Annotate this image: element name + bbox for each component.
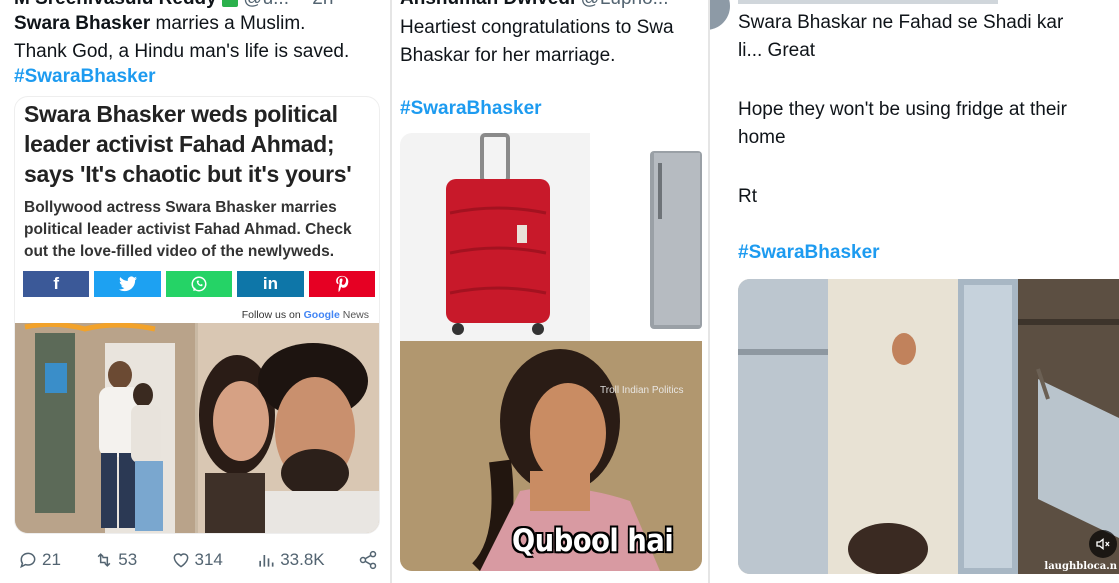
reply-count: 21 <box>42 550 61 569</box>
follow-text: Follow us on <box>241 309 301 321</box>
twitter-share-button[interactable] <box>94 271 161 297</box>
views-button[interactable]: 33.8K <box>256 550 325 570</box>
tweet-panel-2: Anshuman Dwivedi @Lupho... Heartiest con… <box>390 0 708 583</box>
like-count: 314 <box>194 550 223 569</box>
views-chart-icon <box>259 555 274 567</box>
tweet-text-line-3: Hope they won't be using fridge at their <box>738 99 1067 120</box>
couple-photo-image <box>15 321 379 533</box>
retweet-count: 53 <box>118 550 138 569</box>
author-handle: @u... <box>243 0 289 9</box>
speaker-muted-icon <box>1096 537 1110 551</box>
share-icon <box>359 550 377 570</box>
author-name[interactable]: M Sreenivasulu Reddy @u... 2h <box>14 0 333 10</box>
author-name-cropped <box>738 0 998 4</box>
meme-watermark: Troll Indian Politics <box>600 385 684 396</box>
like-button[interactable]: 314 <box>171 550 223 570</box>
suitcase-fridge-image <box>400 133 702 341</box>
facebook-icon: f <box>53 274 60 293</box>
tweet-actions-bar: 21 53 314 33.8K <box>18 550 378 570</box>
article-card[interactable]: Swara Bhasker weds political leader acti… <box>14 96 380 534</box>
tweet-text-line-4: home <box>738 127 786 148</box>
tweet-panel-3: Swara Bhaskar ne Fahad se Shadi kar li..… <box>708 0 1119 583</box>
tweet-panel-1: M Sreenivasulu Reddy @u... 2h Swara Bhas… <box>0 0 390 583</box>
couple-photo <box>15 321 379 533</box>
meme-top-image[interactable] <box>400 133 702 341</box>
mute-button[interactable] <box>1089 530 1117 558</box>
green-badge-icon <box>222 0 239 7</box>
whatsapp-share-button[interactable] <box>165 271 233 297</box>
retweet-icon <box>97 553 111 567</box>
view-count: 33.8K <box>280 550 325 569</box>
news-text: News <box>342 309 369 321</box>
meme-caption: Qubool hai <box>512 523 674 559</box>
tweet-text-line-2: Thank God, a Hindu man's life is saved. <box>14 41 350 62</box>
tweet-text-line-5: Rt <box>738 186 757 207</box>
share-buttons-row: f in <box>23 271 376 297</box>
meme-bottom-image[interactable]: Troll Indian Politics Qubool hai <box>400 341 702 571</box>
heart-icon <box>173 553 188 568</box>
tweet-text-line-1: Swara Bhasker marries a Muslim. <box>14 10 305 38</box>
tweet-text-line-1: Swara Bhaskar ne Fahad se Shadi kar <box>738 12 1064 33</box>
author-name-text: Anshuman Dwivedi <box>400 0 575 9</box>
tweet-text-rest: marries a Muslim. <box>150 13 306 34</box>
tweet-text-line-1: Heartiest congratulations to Swa <box>400 17 674 38</box>
gif-watermark: laughbloca.n <box>1044 561 1117 572</box>
article-summary: Bollywood actress Swara Bhasker marries … <box>24 199 352 260</box>
twitter-bird-icon <box>118 276 137 292</box>
fridge-gif-image <box>738 279 1119 574</box>
whatsapp-icon <box>191 276 207 292</box>
reply-icon <box>20 552 36 569</box>
pinterest-icon <box>335 275 349 293</box>
hashtag-link[interactable]: #SwaraBhasker <box>14 66 156 88</box>
reply-button[interactable]: 21 <box>18 550 61 570</box>
author-handle: @Lupho... <box>581 0 669 9</box>
article-headline: Swara Bhasker weds political leader acti… <box>24 101 352 187</box>
hashtag-link[interactable]: #SwaraBhasker <box>738 242 880 264</box>
author-name[interactable]: Anshuman Dwivedi @Lupho... <box>400 0 669 10</box>
tweet-time: 2h <box>312 0 333 9</box>
share-button[interactable] <box>358 550 378 570</box>
fridge-gif[interactable]: laughbloca.n <box>738 279 1119 574</box>
follow-google-news[interactable]: Follow us on Google News <box>242 309 369 321</box>
author-name-text: M Sreenivasulu Reddy <box>14 0 217 9</box>
tweet-text-line-2: Bhaskar for her marriage. <box>400 45 616 66</box>
tweet-text-line-2: li... Great <box>738 40 816 61</box>
linkedin-share-button[interactable]: in <box>237 271 304 297</box>
google-logo-text: Google <box>303 309 340 321</box>
linkedin-icon: in <box>262 274 278 293</box>
retweet-button[interactable]: 53 <box>94 550 137 570</box>
facebook-share-button[interactable]: f <box>23 271 90 297</box>
pinterest-share-button[interactable] <box>308 271 376 297</box>
tweet-text-bold: Swara Bhasker <box>14 13 151 34</box>
hashtag-link[interactable]: #SwaraBhasker <box>400 98 542 120</box>
avatar[interactable] <box>710 0 730 30</box>
